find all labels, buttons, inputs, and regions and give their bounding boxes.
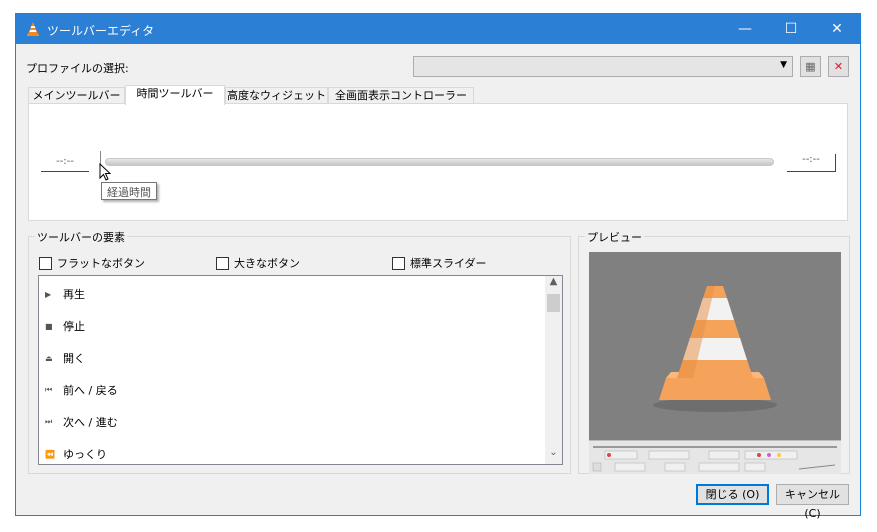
seek-slider[interactable] xyxy=(105,158,774,166)
list-item-label: 前へ / 戻る xyxy=(63,384,118,397)
mouse-cursor-icon xyxy=(99,163,111,181)
toolbar-elements-title: ツールバーの要素 xyxy=(35,229,127,245)
title-bar[interactable]: ツールバーエディタ — ☐ ✕ xyxy=(16,14,860,44)
big-buttons-checkbox[interactable]: 大きなボタン xyxy=(216,255,300,271)
classic-slider-label: 標準スライダー xyxy=(410,257,487,270)
time-toolbar-panel: --:-- --:-- 経過時間 xyxy=(28,103,848,221)
big-buttons-label: 大きなボタン xyxy=(234,257,300,270)
window-title: ツールバーエディタ xyxy=(47,24,155,38)
flat-buttons-label: フラットなボタン xyxy=(57,257,145,270)
preview-title: プレビュー xyxy=(585,229,644,245)
list-item[interactable]: ⏭ 次へ / 進む xyxy=(45,414,118,430)
slower-icon: ⏪ xyxy=(45,449,55,459)
list-item[interactable]: ■ 停止 xyxy=(45,318,85,334)
preview-group: プレビュー xyxy=(578,229,850,474)
eject-icon: ⏏ xyxy=(45,353,53,363)
close-button[interactable]: 閉じる (O) xyxy=(696,484,769,505)
stop-icon: ■ xyxy=(45,321,53,331)
play-icon: ▶ xyxy=(45,289,52,299)
checkbox-box[interactable] xyxy=(216,256,229,270)
flat-buttons-checkbox[interactable]: フラットなボタン xyxy=(39,255,145,271)
delete-icon: ✕ xyxy=(833,60,844,73)
checkbox-box[interactable] xyxy=(392,256,405,270)
list-scrollbar[interactable]: ▲ ⌄ xyxy=(545,276,562,464)
next-icon: ⏭ xyxy=(45,417,53,426)
tab-time-toolbar[interactable]: 時間ツールバー xyxy=(125,85,225,105)
list-item[interactable]: ⏪ ゆっくり xyxy=(45,446,107,462)
tooltip: 経過時間 xyxy=(101,182,157,200)
checkbox-box[interactable] xyxy=(39,256,52,270)
list-edit-icon: ▦ xyxy=(805,60,816,73)
elapsed-time-widget[interactable]: --:-- xyxy=(41,156,89,172)
previous-icon: ⏮ xyxy=(45,385,53,394)
minimize-button[interactable]: — xyxy=(722,14,768,44)
list-item-label: 再生 xyxy=(63,288,85,301)
preview-image xyxy=(589,252,841,474)
scroll-up-icon[interactable]: ▲ xyxy=(545,276,562,293)
remaining-time-widget[interactable]: --:-- xyxy=(787,154,836,172)
scroll-thumb[interactable] xyxy=(547,294,560,312)
maximize-button[interactable]: ☐ xyxy=(768,14,814,44)
chevron-down-icon: ▼ xyxy=(780,60,787,70)
list-item-label: 開く xyxy=(63,352,85,365)
scroll-down-icon[interactable]: ⌄ xyxy=(545,447,562,464)
preview-controls xyxy=(589,440,841,474)
list-item[interactable]: ⏮ 前へ / 戻る xyxy=(45,382,118,398)
list-item-label: 停止 xyxy=(63,320,85,333)
vlc-cone-icon xyxy=(27,22,39,36)
list-item-label: ゆっくり xyxy=(63,448,107,461)
profile-select[interactable]: ▼ xyxy=(413,56,793,77)
list-item[interactable]: ▶ 再生 xyxy=(45,286,85,302)
classic-slider-checkbox[interactable]: 標準スライダー xyxy=(392,255,487,271)
close-window-button[interactable]: ✕ xyxy=(814,14,860,44)
profile-label: プロファイルの選択: xyxy=(26,62,129,75)
list-item-label: 次へ / 進む xyxy=(63,416,118,429)
toolbar-elements-group: ツールバーの要素 フラットなボタン 大きなボタン 標準スライダー ▶ 再生 ■ … xyxy=(28,229,571,474)
new-profile-button[interactable]: ▦ xyxy=(800,56,821,77)
delete-profile-button[interactable]: ✕ xyxy=(828,56,849,77)
cancel-button[interactable]: キャンセル (C) xyxy=(776,484,849,520)
list-item[interactable]: ⏏ 開く xyxy=(45,350,85,366)
toolbar-elements-list[interactable]: ▶ 再生 ■ 停止 ⏏ 開く ⏮ 前へ / 戻る ⏭ 次へ / 進む ⏪ ゆっく… xyxy=(38,275,563,465)
toolbar-editor-window: ツールバーエディタ — ☐ ✕ プロファイルの選択: ▼ ▦ ✕ メインツールバ… xyxy=(15,13,861,520)
